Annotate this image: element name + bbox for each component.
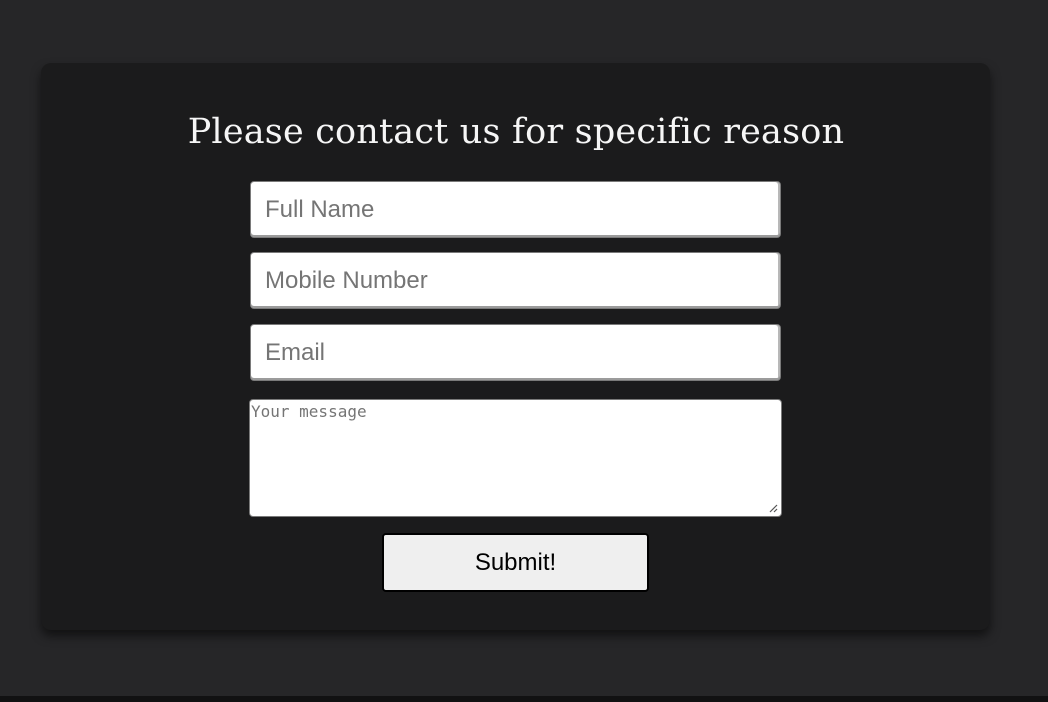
page: Please contact us for specific reason Su… <box>0 0 1048 702</box>
full-name-input[interactable] <box>250 181 781 238</box>
mobile-number-input[interactable] <box>250 252 781 309</box>
submit-button[interactable]: Submit! <box>382 533 649 592</box>
footer-strip <box>0 696 1048 702</box>
message-textarea[interactable] <box>249 399 782 517</box>
email-input[interactable] <box>250 324 781 381</box>
page-title: Please contact us for specific reason <box>187 112 845 152</box>
